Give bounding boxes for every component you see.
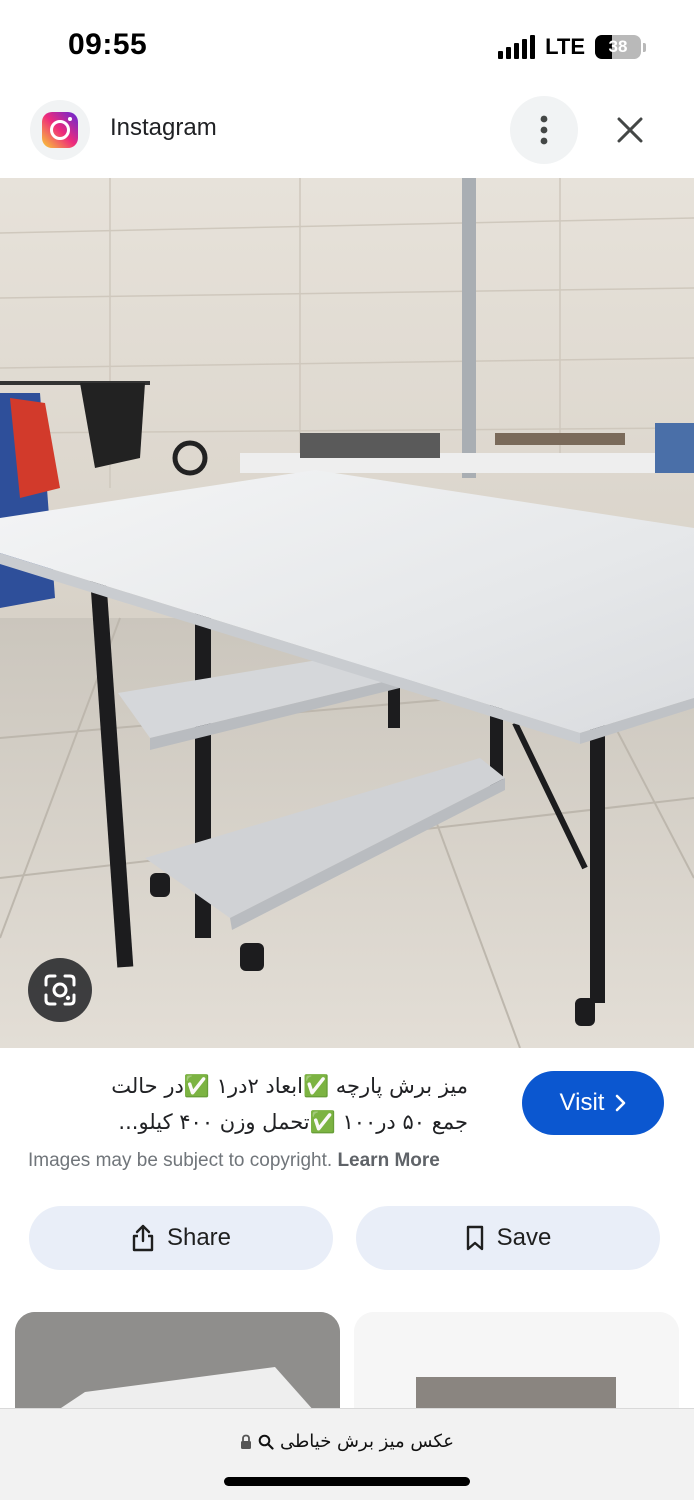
- share-icon: [132, 1224, 154, 1252]
- share-button[interactable]: Share: [29, 1206, 333, 1270]
- copyright-text: Images may be subject to copyright.: [28, 1150, 333, 1171]
- signal-icon: [498, 35, 536, 59]
- address-field[interactable]: عکس میز برش خیاطی: [0, 1431, 694, 1452]
- site-favicon: [30, 100, 90, 160]
- google-lens-icon: [44, 974, 76, 1006]
- result-image[interactable]: [0, 178, 694, 1048]
- share-label: Share: [166, 1224, 232, 1251]
- google-lens-button[interactable]: [28, 958, 92, 1022]
- caption-line-2: جمع ۵۰ در۱۰۰ ✅تحمل وزن ۴۰۰ کیلو...: [118, 1110, 468, 1134]
- status-indicators: LTE 38: [498, 32, 646, 62]
- visit-label: Visit: [559, 1089, 605, 1116]
- home-indicator[interactable]: [224, 1477, 470, 1486]
- close-button[interactable]: [596, 96, 664, 164]
- viewer-header: Instagram: [0, 90, 694, 178]
- bookmark-icon: [466, 1225, 483, 1251]
- save-label: Save: [496, 1224, 552, 1251]
- browser-address-bar[interactable]: عکس میز برش خیاطی: [0, 1408, 694, 1500]
- caption-line-1: میز برش پارچه ✅ابعاد ۲در۱ ✅در حالت: [111, 1074, 468, 1098]
- status-bar: 09:55 LTE 38: [0, 0, 694, 90]
- more-vert-icon: [540, 115, 548, 145]
- cutting-table-photo: [0, 178, 694, 1048]
- result-caption[interactable]: میز برش پارچه ✅ابعاد ۲در۱ ✅در حالت جمع ۵…: [28, 1068, 468, 1140]
- save-button[interactable]: Save: [356, 1206, 660, 1270]
- chevron-right-icon: [616, 1094, 626, 1112]
- address-text: عکس میز برش خیاطی: [279, 1431, 455, 1452]
- status-time: 09:55: [68, 28, 148, 61]
- close-icon: [617, 117, 643, 143]
- more-options-button[interactable]: [510, 96, 578, 164]
- copyright-notice: Images may be subject to copyright. Lear…: [28, 1150, 440, 1172]
- instagram-logo-icon: [42, 112, 78, 148]
- lock-icon: [240, 1434, 251, 1449]
- search-icon: [258, 1434, 274, 1450]
- site-name: Instagram: [110, 114, 217, 141]
- battery-level: 38: [608, 37, 628, 56]
- learn-more-link[interactable]: Learn More: [337, 1150, 439, 1171]
- visit-button[interactable]: Visit: [522, 1071, 664, 1135]
- network-type: LTE: [545, 34, 585, 59]
- battery-icon: 38: [595, 35, 641, 59]
